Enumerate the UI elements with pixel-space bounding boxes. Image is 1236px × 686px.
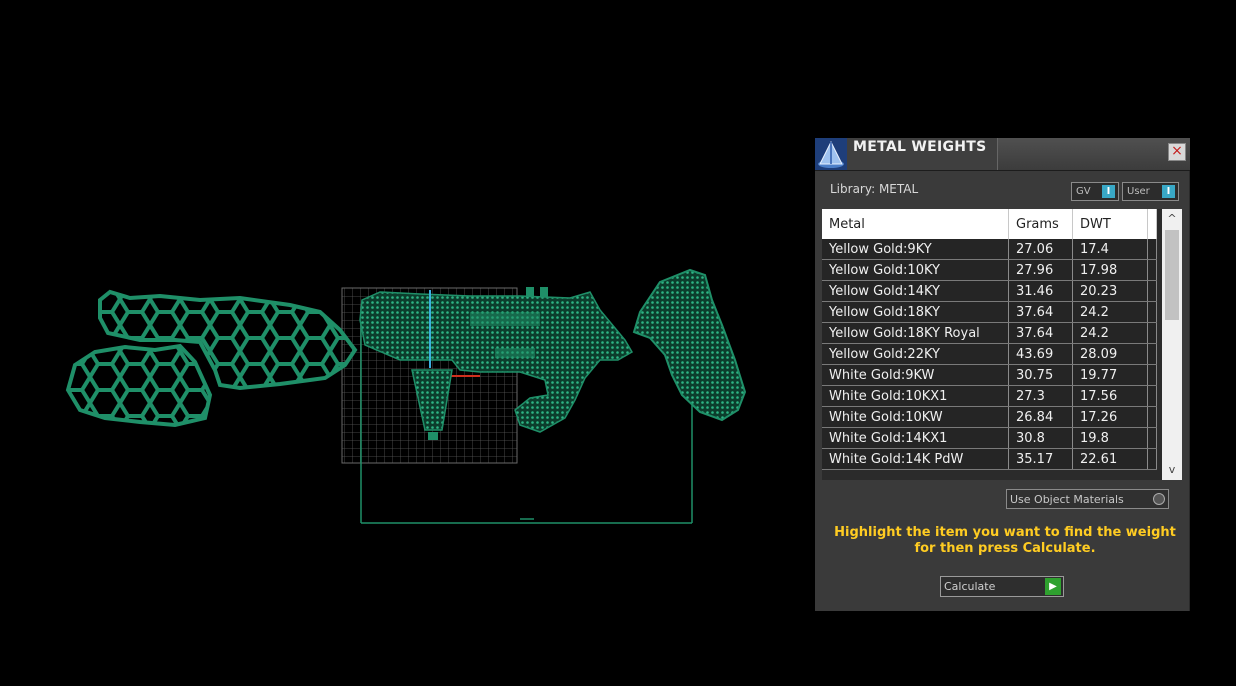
cell-metal: White Gold:9KW — [822, 364, 1009, 386]
cell-metal: Yellow Gold:10KY — [822, 259, 1009, 281]
table-row[interactable]: Yellow Gold:9KY 27.06 17.4 — [822, 239, 1157, 260]
row-spacer — [1147, 406, 1157, 428]
header-metal[interactable]: Metal — [822, 209, 1009, 239]
table-row[interactable]: White Gold:10KX1 27.3 17.56 — [822, 385, 1157, 407]
cell-grams: 27.06 — [1008, 239, 1073, 260]
cell-grams: 30.75 — [1008, 364, 1073, 386]
table-row[interactable]: White Gold:14K PdW 35.17 22.61 — [822, 448, 1157, 470]
revolver-barrel — [470, 312, 540, 326]
cell-grams: 43.69 — [1008, 343, 1073, 365]
table-row[interactable]: Yellow Gold:18KY Royal 37.64 24.2 — [822, 322, 1157, 344]
table-row[interactable]: White Gold:14KX1 30.8 19.8 — [822, 427, 1157, 449]
close-icon[interactable]: × — [1168, 143, 1186, 161]
cell-metal: Yellow Gold:18KY — [822, 301, 1009, 323]
row-spacer — [1147, 385, 1157, 407]
user-toggle-indicator: I — [1162, 185, 1175, 198]
cell-grams: 26.84 — [1008, 406, 1073, 428]
cell-metal: Yellow Gold:9KY — [822, 239, 1009, 260]
row-spacer — [1147, 322, 1157, 344]
header-grams[interactable]: Grams — [1008, 209, 1073, 239]
cell-dwt: 19.77 — [1072, 364, 1148, 386]
header-dwt[interactable]: DWT — [1072, 209, 1148, 239]
row-spacer — [1147, 280, 1157, 302]
gv-toggle[interactable]: GV I — [1071, 182, 1119, 201]
scroll-thumb[interactable] — [1165, 230, 1179, 320]
cell-grams: 27.3 — [1008, 385, 1073, 407]
cell-metal: Yellow Gold:22KY — [822, 343, 1009, 365]
row-spacer — [1147, 343, 1157, 365]
radio-icon — [1153, 493, 1165, 505]
gv-toggle-label: GV — [1076, 186, 1091, 197]
table-row[interactable]: White Gold:10KW 26.84 17.26 — [822, 406, 1157, 428]
table-row[interactable]: Yellow Gold:10KY 27.96 17.98 — [822, 259, 1157, 281]
row-spacer — [1147, 448, 1157, 470]
cell-dwt: 17.4 — [1072, 239, 1148, 260]
cell-grams: 35.17 — [1008, 448, 1073, 470]
metal-weights-panel: METAL WEIGHTS × Library: METAL GV I User… — [815, 138, 1190, 611]
row-spacer — [1147, 259, 1157, 281]
row-spacer — [1147, 239, 1157, 260]
front-sight — [526, 287, 534, 297]
cell-dwt: 24.2 — [1072, 322, 1148, 344]
gv-toggle-indicator: I — [1102, 185, 1115, 198]
scroll-down-icon[interactable]: v — [1162, 462, 1182, 480]
cell-dwt: 20.23 — [1072, 280, 1148, 302]
table-row[interactable]: Yellow Gold:22KY 43.69 28.09 — [822, 343, 1157, 365]
cell-dwt: 24.2 — [1072, 301, 1148, 323]
scroll-up-icon[interactable]: ^ — [1162, 209, 1182, 227]
hint-text: Highlight the item you want to find the … — [834, 525, 1176, 556]
use-object-materials-toggle[interactable]: Use Object Materials — [1006, 489, 1169, 509]
cell-dwt: 17.98 — [1072, 259, 1148, 281]
user-toggle-label: User — [1127, 186, 1150, 197]
cell-metal: White Gold:14K PdW — [822, 448, 1009, 470]
calculate-button[interactable]: Calculate ▶ — [940, 576, 1064, 597]
cell-dwt: 17.56 — [1072, 385, 1148, 407]
revolver-rail — [495, 348, 535, 358]
row-spacer — [1147, 364, 1157, 386]
rear-sight — [540, 287, 548, 297]
table-row[interactable]: Yellow Gold:14KY 31.46 20.23 — [822, 280, 1157, 302]
cell-dwt: 28.09 — [1072, 343, 1148, 365]
cell-grams: 31.46 — [1008, 280, 1073, 302]
cell-metal: White Gold:14KX1 — [822, 427, 1009, 449]
use-object-materials-label: Use Object Materials — [1010, 493, 1124, 506]
table-row[interactable]: White Gold:9KW 30.75 19.77 — [822, 364, 1157, 386]
viewport-3d[interactable] — [0, 0, 800, 686]
cell-grams: 37.64 — [1008, 301, 1073, 323]
panel-titlebar[interactable]: METAL WEIGHTS × — [815, 138, 1190, 171]
revolver-grip — [632, 268, 747, 422]
cell-grams: 37.64 — [1008, 322, 1073, 344]
cone-tip — [428, 432, 438, 440]
cell-grams: 27.96 — [1008, 259, 1073, 281]
cell-metal: Yellow Gold:14KY — [822, 280, 1009, 302]
cell-metal: Yellow Gold:18KY Royal — [822, 322, 1009, 344]
play-arrow-icon: ▶ — [1045, 578, 1061, 595]
table-header-row: Metal Grams DWT — [822, 209, 1157, 239]
cell-dwt: 19.8 — [1072, 427, 1148, 449]
cell-metal: White Gold:10KX1 — [822, 385, 1009, 407]
row-spacer — [1147, 301, 1157, 323]
panel-title: METAL WEIGHTS — [853, 139, 987, 155]
cell-metal: White Gold:10KW — [822, 406, 1009, 428]
row-spacer — [1147, 427, 1157, 449]
hex-grip-plate — [65, 343, 213, 428]
user-toggle[interactable]: User I — [1122, 182, 1179, 201]
cell-grams: 30.8 — [1008, 427, 1073, 449]
table-row[interactable]: Yellow Gold:18KY 37.64 24.2 — [822, 301, 1157, 323]
calculate-label: Calculate — [944, 580, 996, 593]
cell-dwt: 17.26 — [1072, 406, 1148, 428]
title-tab: METAL WEIGHTS — [847, 138, 998, 170]
cell-dwt: 22.61 — [1072, 448, 1148, 470]
header-spacer — [1147, 209, 1157, 239]
library-label: Library: METAL — [830, 182, 919, 196]
table-scrollbar[interactable]: ^ v — [1162, 209, 1182, 480]
cone-pyramid-icon — [815, 138, 847, 170]
metal-table[interactable]: Metal Grams DWT Yellow Gold:9KY 27.06 17.4… — [822, 209, 1182, 480]
